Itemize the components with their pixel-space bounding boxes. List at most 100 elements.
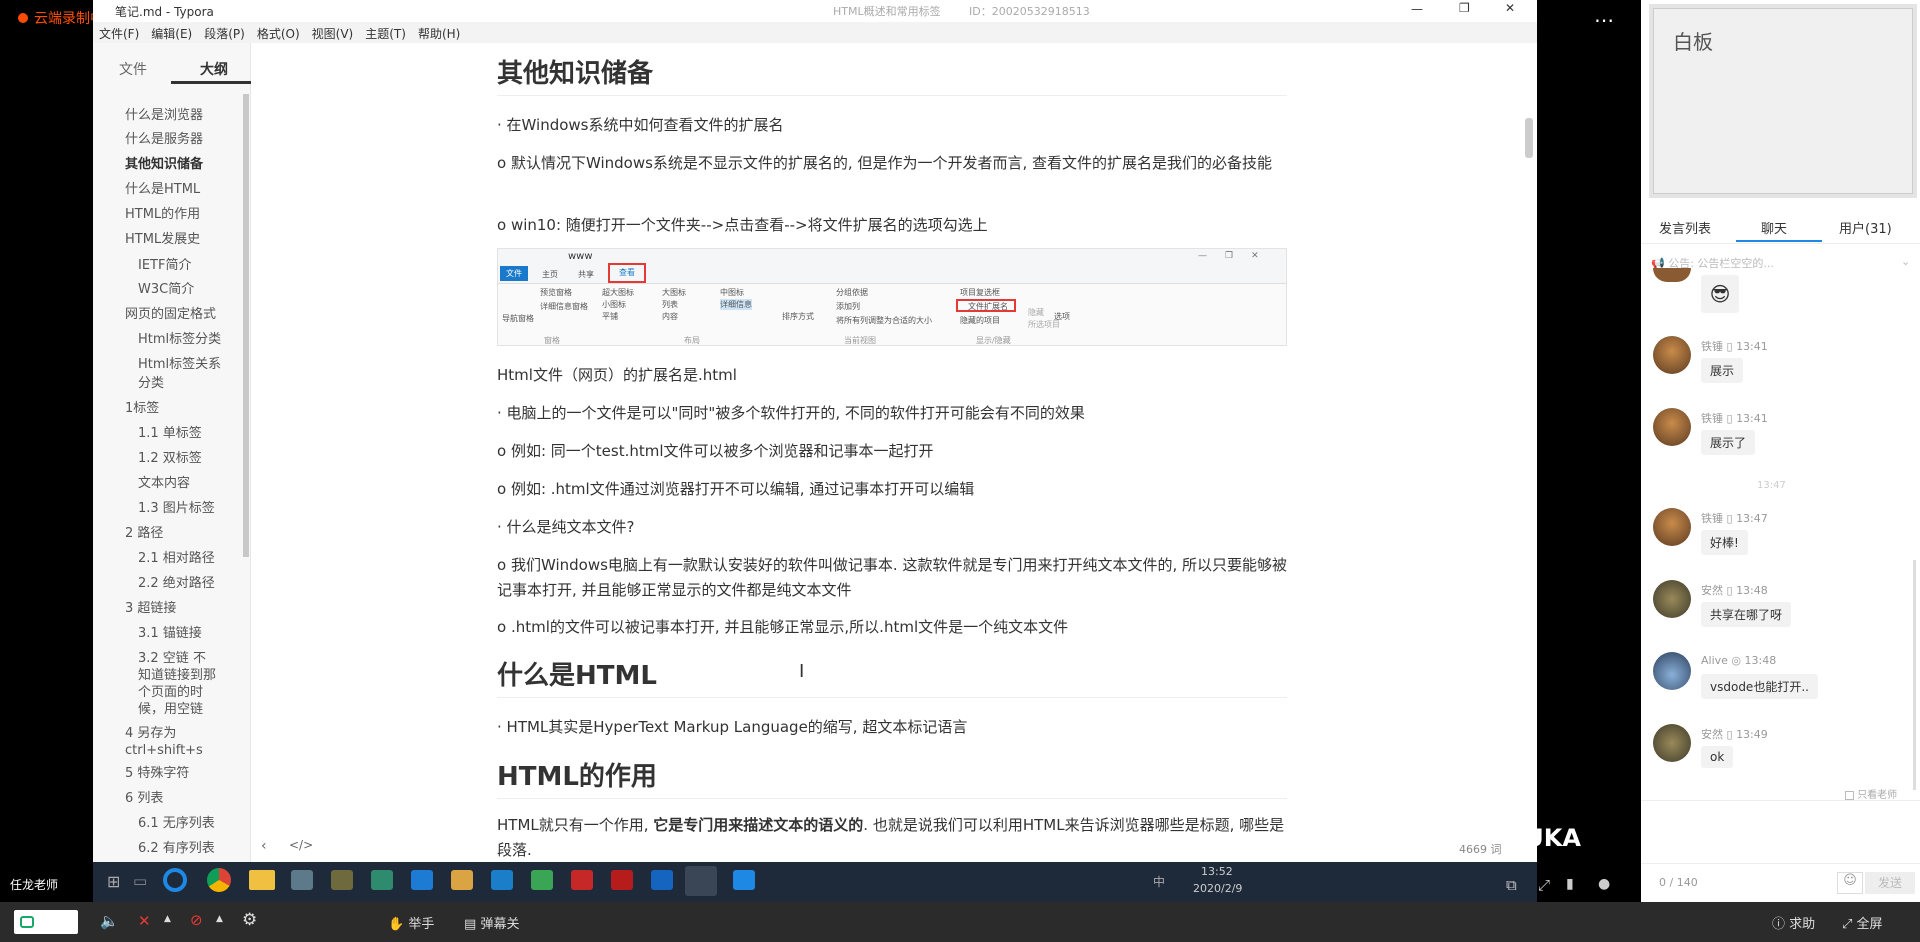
menu-theme[interactable]: 主题(T) [359,22,412,42]
message-text: 好棒! [1701,530,1748,555]
chrome-icon[interactable] [207,868,231,892]
camera-off-icon[interactable]: ⊘ [190,911,203,929]
app-icon[interactable] [611,870,633,890]
more-icon[interactable]: ⋯ [1594,8,1614,32]
menu-view[interactable]: 视图(V) [306,22,360,42]
source-mode-icon[interactable]: </> [289,838,313,852]
outline-item[interactable]: 2 路径 [125,525,163,542]
explorer-tab-share: 共享 [578,270,594,279]
speaker-icon[interactable]: 🔈 [100,912,119,930]
app-icon[interactable] [531,870,553,890]
outline-item[interactable]: 1标签 [125,400,159,417]
outline-item[interactable]: 3.2 空链 不 [138,650,206,667]
whiteboard[interactable]: 白板 [1649,4,1917,198]
app-icon[interactable] [451,870,473,890]
outline-item[interactable]: HTML的作用 [125,206,200,223]
explorer-item: 将所有列调整为合适的大小 [836,316,932,325]
outline-item[interactable]: 其他知识储备 [125,156,203,173]
outline-item[interactable]: 4 另存为 [125,725,176,742]
outline-item[interactable]: 网页的固定格式 [125,306,216,323]
outline-item[interactable]: 什么是浏览器 [125,107,203,124]
outline-item[interactable]: 5 特殊字符 [125,765,189,782]
tab-outline[interactable]: 大纲 [200,59,228,79]
outline-item[interactable]: Html标签关系 [138,356,221,373]
app-icon[interactable] [491,870,513,890]
app-icon[interactable] [371,870,393,890]
emoji-icon[interactable]: ☺ [1837,872,1863,894]
close-icon[interactable]: ✕ [1505,1,1515,15]
outline-item[interactable]: 1.2 双标签 [138,450,202,467]
only-teacher-toggle[interactable]: 只看老师 [1845,786,1897,801]
outline-item[interactable]: 什么是HTML [125,181,200,198]
word-count[interactable]: 4669 词 [1459,841,1502,857]
windows-start-icon[interactable]: ⊞ [107,872,120,891]
tab-chat[interactable]: 聊天 [1761,218,1787,237]
tab-speech-list[interactable]: 发言列表 [1659,218,1711,237]
outline-item[interactable]: 1.1 单标签 [138,425,202,442]
collapse-icon[interactable]: ⌄ [1901,255,1910,268]
fullscreen-button[interactable]: ⤢ 全屏 [1842,913,1883,932]
outline-item[interactable]: Html标签分类 [138,331,221,348]
help-button[interactable]: ⓘ 求助 [1772,913,1815,932]
task-view-icon[interactable]: ▭ [133,872,147,890]
typora-taskbar-icon[interactable] [685,866,717,896]
raise-hand-button[interactable]: ✋ 举手 [388,913,434,932]
app-icon[interactable] [331,870,353,890]
settings-icon[interactable]: ⚙ [242,910,257,930]
explorer-group: 窗格 [544,336,560,345]
outline-item[interactable]: 分类 [138,375,164,392]
outline-item[interactable]: 2.1 相对路径 [138,550,215,567]
edge-icon[interactable] [163,868,187,892]
dropdown-icon[interactable]: ▲ [216,914,223,924]
outline-item[interactable]: IETF简介 [138,257,191,274]
chat-scrollbar[interactable] [1913,560,1916,790]
outline-item[interactable]: 6.2 有序列表 [138,840,215,857]
outline-item[interactable]: 文本内容 [138,475,190,492]
outline-item[interactable]: 什么是服务器 [125,131,203,148]
app-icon[interactable] [651,870,673,890]
outline-item[interactable]: ctrl+shift+s [125,742,203,759]
app-icon[interactable] [291,870,313,890]
menu-format[interactable]: 格式(O) [251,22,306,42]
outline-item[interactable]: 知道链接到那 [138,667,216,684]
mic-icon[interactable]: ● [1598,876,1610,892]
outline-item[interactable]: 3 超链接 [125,600,176,617]
sidebar-scrollbar[interactable] [243,94,249,557]
outline-item[interactable]: 2.2 绝对路径 [138,575,215,592]
editor-scrollbar[interactable] [1525,118,1533,158]
message-time: 13:47 [1736,512,1768,525]
ime-label[interactable]: 中 [1153,873,1165,890]
screen-share-area: 云端录制中 笔记.md - Typora HTML概述和常用标签 ID：2002… [0,0,1629,902]
outline-item[interactable]: 1.3 图片标签 [138,500,215,517]
screen-tools-icon[interactable]: ⧉ [1506,876,1517,894]
explorer-item: 排序方式 [782,312,814,321]
chat-input[interactable] [1641,800,1920,864]
brand-logo: BUKA [1506,824,1581,852]
maximize-icon[interactable]: ❐ [1459,1,1470,15]
dropdown-icon[interactable]: ▲ [164,914,171,924]
menu-paragraph[interactable]: 段落(P) [198,22,251,42]
outline-item[interactable]: 3.1 锚链接 [138,625,202,642]
sidebar-toggle-icon[interactable]: ‹ [261,838,267,854]
menu-file[interactable]: 文件(F) [93,22,145,42]
expand-icon[interactable]: ⤢ [1538,876,1550,894]
danmu-button[interactable]: ▤ 弹幕关 [464,913,519,932]
outline-item[interactable]: 6.1 无序列表 [138,815,215,832]
tab-files[interactable]: 文件 [119,59,147,79]
outline-item[interactable]: HTML发展史 [125,231,200,248]
tab-users[interactable]: 用户(31) [1839,218,1892,237]
mic-muted-icon[interactable]: ✕ [138,912,151,930]
app-icon[interactable] [733,870,755,890]
outline-item[interactable]: 6 列表 [125,790,163,807]
minimize-icon[interactable]: — [1411,2,1423,16]
menu-edit[interactable]: 编辑(E) [145,22,198,42]
outline-item[interactable]: 候，用空链 [138,701,203,718]
checkbox-icon[interactable] [1845,790,1854,800]
outline-item[interactable]: W3C简介 [138,281,194,298]
vscode-icon[interactable] [411,870,433,890]
menu-help[interactable]: 帮助(H) [412,22,466,42]
app-icon[interactable] [571,870,593,890]
outline-item[interactable]: 个页面的时 [138,684,203,701]
send-button[interactable]: 发送 [1865,872,1915,894]
explorer-icon[interactable] [249,870,275,890]
